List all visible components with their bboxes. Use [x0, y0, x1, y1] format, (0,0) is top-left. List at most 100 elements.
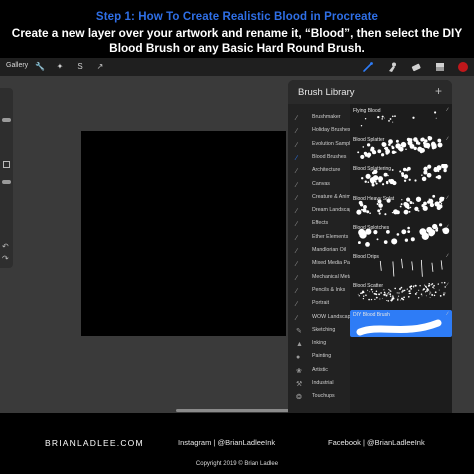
brush-category-item[interactable]: ⚒ Industrial	[294, 378, 352, 391]
footer: BRIANLADLEE.COM Instagram | @BrianLadlee…	[0, 413, 474, 474]
brush-library-header: Brush Library +	[288, 80, 452, 104]
modify-button[interactable]	[3, 161, 10, 168]
brush-library-panel: Brush Library + ∕ Brushmaker ∕ Holiday Brus…	[288, 80, 452, 413]
brush-category-label: Blood Brushes	[312, 153, 347, 160]
brush-category-label: Inking	[312, 340, 327, 347]
brush-library-title: Brush Library	[298, 87, 355, 98]
brush-name: Blood Scatter	[353, 283, 384, 290]
brush-category-item[interactable]: ∕ Brushmaker	[294, 112, 352, 125]
brush-category-item[interactable]: ∕ Mandlorian Oil	[294, 245, 352, 258]
brush-item[interactable]: Blood Scatter ∕	[350, 281, 452, 308]
brush-stroke-icon: ∕	[296, 115, 298, 122]
brush-category-item[interactable]: ∕ Blood Brushes	[294, 152, 352, 165]
ink-drop-icon: ▲	[296, 341, 303, 349]
brush-item[interactable]: Blood Splatter ∕	[350, 135, 452, 162]
anvil-icon: ⚒	[296, 381, 303, 388]
undo-icon[interactable]: ↶	[2, 242, 9, 251]
brush-category-item[interactable]: ∕ Architecture	[294, 165, 352, 178]
layers-icon[interactable]	[434, 61, 446, 73]
brush-category-label: Brushmaker	[312, 114, 341, 120]
brush-edit-icon[interactable]: ∕	[447, 107, 448, 113]
brush-category-item[interactable]: ● Painting	[294, 351, 352, 364]
brush-edit-icon[interactable]: ∕	[447, 253, 448, 259]
brush-category-item[interactable]: ∕ Pencils & Inks	[294, 285, 352, 298]
brush-edit-icon[interactable]: ∕	[447, 165, 448, 171]
brush-category-item[interactable]: ∕ Creature & Animal	[294, 192, 355, 205]
brush-category-item[interactable]: ❂ Touchups	[294, 391, 352, 404]
brush-category-label: Holiday Brushes	[312, 127, 351, 134]
brush-category-label: Evolution Sample	[312, 140, 354, 147]
brush-item[interactable]: DIY Blood Brush ∕	[350, 310, 452, 338]
eraser-icon[interactable]	[410, 61, 422, 73]
brush-edit-icon[interactable]: ∕	[447, 195, 448, 201]
brush-category-item[interactable]: ∕ Canvas	[294, 179, 352, 192]
brush-category-label: Creature & Animal	[312, 193, 355, 200]
brush-category-item[interactable]: ✎ Sketching	[294, 325, 352, 338]
brush-category-item[interactable]: ∕ Portrait	[294, 298, 352, 311]
brush-category-label: Painting	[312, 353, 332, 360]
smudge-icon[interactable]	[386, 61, 398, 73]
brush-category-item[interactable]: ∕ Mixed Media Paint	[294, 258, 356, 271]
brush-category-label: Mechanical Metal	[312, 273, 354, 280]
transform-arrow-icon[interactable]: ↗	[94, 61, 106, 73]
facebook-handle[interactable]: Facebook | @BrianLadleeInk	[328, 438, 425, 447]
brush-category-label: Industrial	[312, 380, 334, 386]
instagram-handle[interactable]: Instagram | @BrianLadleeInk	[178, 438, 275, 447]
brush-item[interactable]: Blood Splotches ∕	[350, 223, 452, 250]
brush-name: Blood Drips	[353, 254, 379, 260]
color-swatch-icon[interactable]	[457, 61, 469, 73]
brush-category-item[interactable]: ∕ Ether Elements	[294, 232, 352, 245]
selection-icon[interactable]: S	[74, 61, 86, 73]
brush-stroke-icon: ∕	[296, 314, 298, 322]
brush-name: Blood Splatter	[353, 137, 385, 144]
brush-name: Blood Splotches	[353, 224, 390, 231]
brush-edit-icon[interactable]: ∕	[447, 311, 448, 317]
site-link[interactable]: BRIANLADLEE.COM	[45, 438, 144, 448]
brush-category-label: Pencils & Inks	[312, 286, 346, 293]
magic-wand-icon[interactable]: ✦	[54, 61, 66, 73]
brush-category-label: Canvas	[312, 180, 330, 187]
brush-stroke-icon: ∕	[296, 261, 298, 269]
brush-category-item[interactable]: ∕ Mechanical Metal	[294, 272, 354, 285]
brush-category-item[interactable]: ❀ Artistic	[294, 365, 352, 378]
brush-category-item[interactable]: ∕ Holiday Brushes	[294, 125, 352, 138]
brush-item[interactable]: Blood Splattering ∕	[350, 164, 452, 191]
brush-icon[interactable]	[362, 61, 374, 73]
artistic-brush-icon: ❀	[296, 367, 302, 375]
brush-category-item[interactable]: ▲ Inking	[294, 338, 352, 351]
instructions-text: Create a new layer over your artwork and…	[11, 26, 463, 55]
brush-category-label: WOW Landscape	[312, 313, 354, 320]
brush-stroke-icon: ∕	[296, 248, 298, 255]
scrollbar[interactable]	[176, 409, 294, 412]
gallery-button[interactable]: Gallery	[6, 62, 28, 69]
brush-stroke-icon: ∕	[296, 141, 298, 149]
brush-name: Blood Splattering	[353, 166, 392, 173]
brush-category-item[interactable]: ∕ WOW Landscape	[294, 312, 354, 325]
brush-stroke-icon: ∕	[296, 234, 298, 242]
redo-icon[interactable]: ↷	[2, 254, 9, 263]
touchup-icon: ❂	[296, 394, 302, 402]
wrench-icon[interactable]: 🔧	[34, 61, 46, 73]
brush-edit-icon[interactable]: ∕	[447, 224, 448, 230]
pencil-icon: ✎	[296, 327, 302, 335]
brush-stroke-icon: ∕	[296, 208, 298, 216]
brush-category-item[interactable]: ∕ Dream Landscape	[294, 205, 355, 218]
add-brush-set-button[interactable]: +	[435, 84, 442, 98]
brush-size-slider[interactable]	[2, 118, 11, 122]
opacity-slider[interactable]	[2, 180, 11, 184]
brush-edit-icon[interactable]: ∕	[447, 282, 448, 288]
brush-category-item[interactable]: ∕ Effects	[294, 218, 352, 231]
brush-stroke-icon: ∕	[296, 221, 298, 229]
artwork-canvas[interactable]	[81, 131, 286, 336]
brush-stroke-icon: ∕	[296, 128, 298, 136]
brush-category-list: ∕ Brushmaker ∕ Holiday Brushes ∕ Evolution Sa…	[288, 104, 356, 413]
brush-stroke-icon: ∕	[296, 168, 298, 176]
brush-category-label: Architecture	[312, 167, 341, 174]
brush-category-item[interactable]: ∕ Evolution Sample	[294, 139, 354, 152]
brush-name: Blood Heavy Splat	[353, 195, 395, 202]
brush-category-label: Effects	[312, 220, 329, 227]
brush-item[interactable]: Blood Heavy Splat ∕	[350, 194, 452, 221]
brush-edit-icon[interactable]: ∕	[447, 136, 448, 142]
brush-item[interactable]: Flying Blood ∕	[350, 106, 452, 133]
brush-item[interactable]: Blood Drips ∕	[350, 252, 452, 279]
